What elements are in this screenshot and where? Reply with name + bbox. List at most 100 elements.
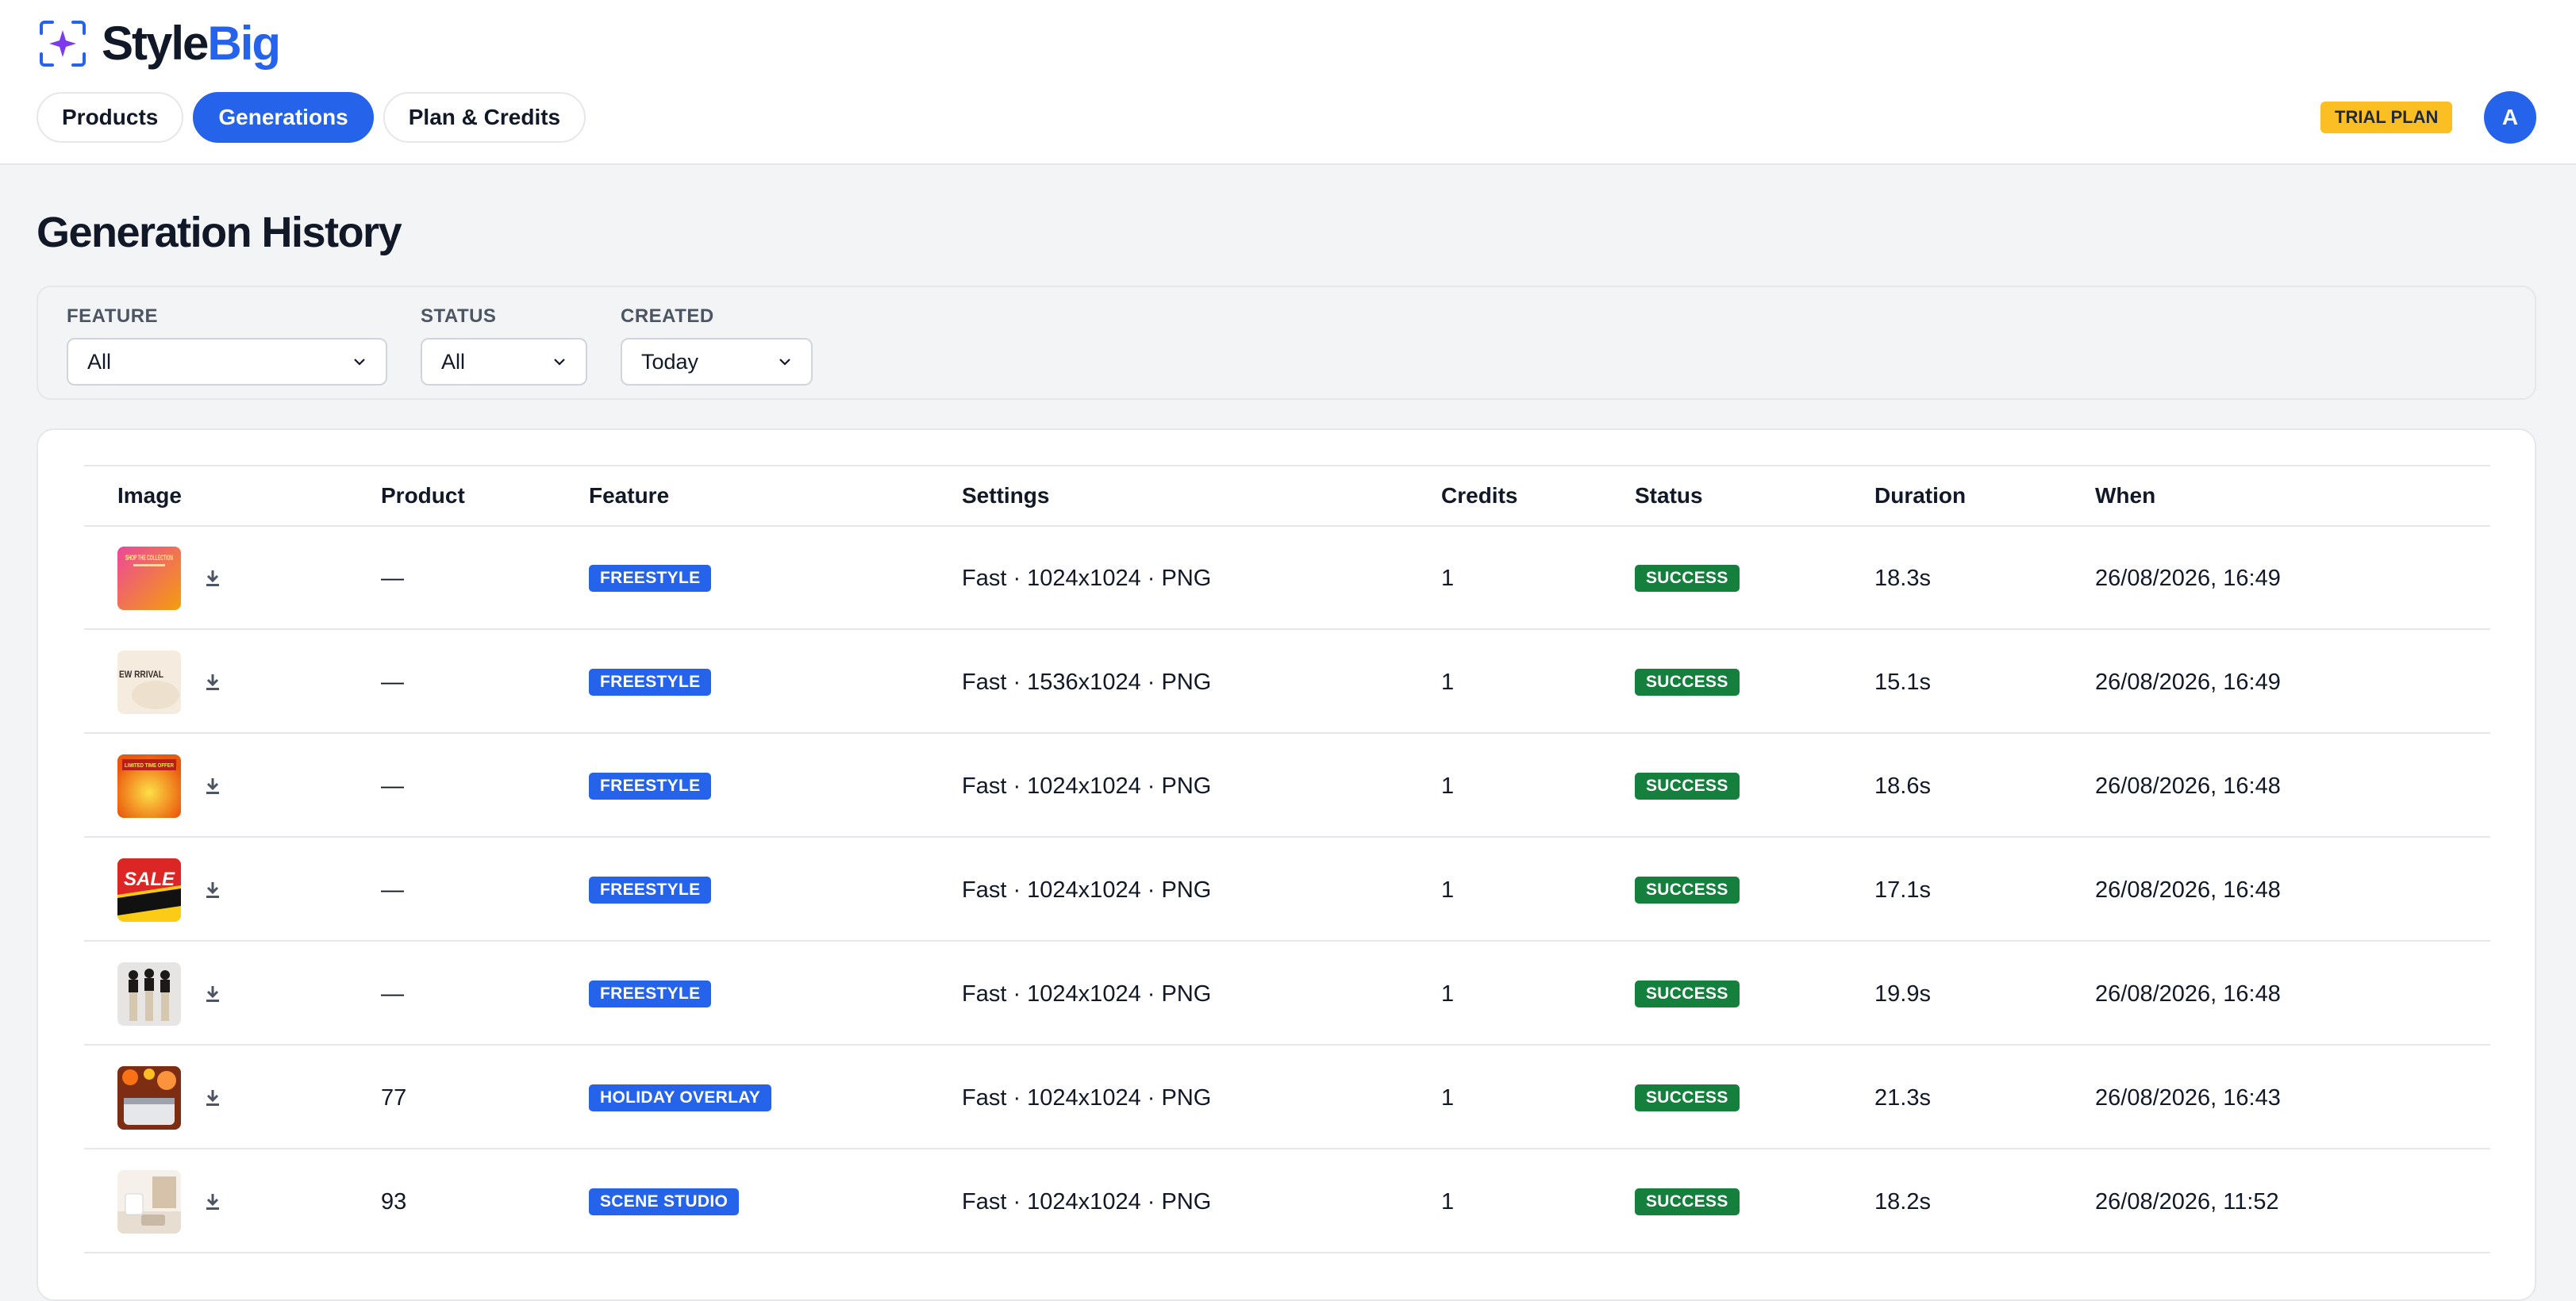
generation-thumbnail[interactable]: SHOP THE COLLECTION bbox=[117, 547, 181, 610]
table-row[interactable]: 93 SCENE STUDIO Fast · 1024x1024 · PNG 1 SUC… bbox=[84, 1150, 2490, 1253]
feature-cell: HOLIDAY OVERLAY bbox=[589, 1046, 772, 1149]
feature-select-value: All bbox=[87, 349, 112, 374]
generation-thumbnail[interactable]: SALE bbox=[117, 858, 181, 922]
chevron-down-icon bbox=[554, 359, 565, 366]
column-header-feature: Feature bbox=[589, 483, 670, 508]
feature-badge: FREESTYLE bbox=[589, 669, 712, 696]
sparkle-frame-icon bbox=[40, 21, 86, 67]
status-badge: SUCCESS bbox=[1635, 773, 1740, 800]
settings-cell: Fast · 1024x1024 · PNG bbox=[962, 1188, 1212, 1215]
status-cell: SUCCESS bbox=[1635, 735, 1740, 838]
download-icon[interactable] bbox=[203, 776, 222, 796]
feature-badge: SCENE STUDIO bbox=[589, 1188, 740, 1215]
svg-text:LIMITED TIME OFFER: LIMITED TIME OFFER bbox=[125, 763, 174, 769]
chevron-down-icon bbox=[779, 359, 790, 366]
top-bar: StyleBig Products Generations Plan & Cre… bbox=[0, 0, 2576, 165]
created-select-value: Today bbox=[641, 349, 699, 374]
table-row[interactable]: 77 HOLIDAY OVERLAY Fast · 1024x1024 · PNG 1… bbox=[84, 1046, 2490, 1149]
image-cell bbox=[117, 1150, 181, 1253]
svg-text:SALE: SALE bbox=[124, 869, 175, 890]
status-badge: SUCCESS bbox=[1635, 565, 1740, 592]
image-cell bbox=[117, 1046, 181, 1149]
when-cell: 26/08/2026, 16:49 bbox=[2095, 565, 2281, 591]
page-title: Generation History bbox=[37, 209, 402, 256]
generation-thumbnail[interactable]: LIMITED TIME OFFER bbox=[117, 754, 181, 818]
download-icon[interactable] bbox=[203, 1192, 222, 1212]
status-badge: SUCCESS bbox=[1635, 669, 1740, 696]
column-header-settings: Settings bbox=[962, 483, 1050, 508]
feature-badge: FREESTYLE bbox=[589, 565, 712, 592]
feature-badge: FREESTYLE bbox=[589, 773, 712, 800]
created-filter-label: CREATED bbox=[621, 305, 714, 327]
feature-select[interactable]: All bbox=[67, 338, 387, 386]
generation-thumbnail[interactable]: EW RRIVAL bbox=[117, 650, 181, 714]
status-badge: SUCCESS bbox=[1635, 877, 1740, 904]
feature-filter: FEATURE All bbox=[67, 305, 387, 386]
download-icon[interactable] bbox=[203, 672, 222, 693]
generations-table: Image Product Feature Settings Credits S… bbox=[37, 428, 2536, 1301]
download-icon[interactable] bbox=[203, 880, 222, 900]
created-filter: CREATED Today bbox=[621, 305, 813, 386]
tab-plan-credits[interactable]: Plan & Credits bbox=[383, 92, 586, 143]
duration-cell: 17.1s bbox=[1874, 877, 1931, 903]
table-row[interactable]: SHOP THE COLLECTION — FREESTYLE Fast · 1024… bbox=[84, 527, 2490, 630]
chevron-down-icon bbox=[354, 359, 365, 366]
table-header: Image Product Feature Settings Credits S… bbox=[84, 465, 2490, 527]
settings-cell: Fast · 1536x1024 · PNG bbox=[962, 669, 1212, 695]
feature-badge: FREESTYLE bbox=[589, 877, 712, 904]
table-row[interactable]: LIMITED TIME OFFER — FREESTYLE Fast · 1024x… bbox=[84, 735, 2490, 838]
main-nav: Products Generations Plan & Credits bbox=[37, 92, 586, 143]
table-row[interactable]: — FREESTYLE Fast · 1024x1024 · PNG 1 SUCCESS… bbox=[84, 942, 2490, 1046]
image-cell: SALE bbox=[117, 839, 181, 942]
status-cell: SUCCESS bbox=[1635, 1046, 1740, 1149]
settings-cell: Fast · 1024x1024 · PNG bbox=[962, 877, 1212, 903]
product-cell: — bbox=[381, 773, 404, 799]
when-cell: 26/08/2026, 16:48 bbox=[2095, 877, 2281, 903]
settings-cell: Fast · 1024x1024 · PNG bbox=[962, 565, 1212, 591]
status-cell: SUCCESS bbox=[1635, 839, 1740, 942]
status-select-value: All bbox=[441, 349, 466, 374]
table-row[interactable]: EW RRIVAL — FREESTYLE Fast · 1536x1024 · PN… bbox=[84, 631, 2490, 734]
download-icon[interactable] bbox=[203, 1088, 222, 1108]
tab-products[interactable]: Products bbox=[37, 92, 184, 143]
when-cell: 26/08/2026, 11:52 bbox=[2095, 1188, 2279, 1215]
image-cell bbox=[117, 942, 181, 1046]
status-badge: SUCCESS bbox=[1635, 1084, 1740, 1111]
feature-cell: FREESTYLE bbox=[589, 942, 712, 1046]
tab-generations[interactable]: Generations bbox=[193, 92, 374, 143]
generation-thumbnail[interactable] bbox=[117, 1066, 181, 1130]
settings-cell: Fast · 1024x1024 · PNG bbox=[962, 773, 1212, 799]
column-header-credits: Credits bbox=[1441, 483, 1518, 508]
feature-cell: FREESTYLE bbox=[589, 527, 712, 630]
settings-cell: Fast · 1024x1024 · PNG bbox=[962, 981, 1212, 1007]
when-cell: 26/08/2026, 16:48 bbox=[2095, 773, 2281, 799]
feature-cell: FREESTYLE bbox=[589, 839, 712, 942]
product-cell: 77 bbox=[381, 1084, 407, 1111]
product-cell: — bbox=[381, 877, 404, 903]
when-cell: 26/08/2026, 16:49 bbox=[2095, 669, 2281, 695]
feature-cell: SCENE STUDIO bbox=[589, 1150, 740, 1253]
status-cell: SUCCESS bbox=[1635, 1150, 1740, 1253]
created-select[interactable]: Today bbox=[621, 338, 813, 386]
download-icon[interactable] bbox=[203, 568, 222, 589]
column-header-duration: Duration bbox=[1874, 483, 1967, 508]
status-filter: STATUS All bbox=[421, 305, 587, 386]
generation-thumbnail[interactable] bbox=[117, 1170, 181, 1234]
credits-cell: 1 bbox=[1441, 877, 1455, 903]
table-row[interactable]: SALE — FREESTYLE Fast · 1024x1024 · PNG 1 SUC… bbox=[84, 839, 2490, 942]
logo[interactable]: StyleBig bbox=[38, 17, 281, 70]
product-cell: — bbox=[381, 981, 404, 1007]
generation-thumbnail[interactable] bbox=[117, 962, 181, 1026]
avatar[interactable]: A bbox=[2484, 91, 2536, 144]
status-select[interactable]: All bbox=[421, 338, 587, 386]
duration-cell: 19.9s bbox=[1874, 981, 1931, 1007]
plan-badge: TRIAL PLAN bbox=[2320, 102, 2453, 133]
column-header-when: When bbox=[2095, 483, 2156, 508]
column-header-product: Product bbox=[381, 483, 465, 508]
status-filter-label: STATUS bbox=[421, 305, 497, 327]
product-cell: 93 bbox=[381, 1188, 407, 1215]
download-icon[interactable] bbox=[203, 984, 222, 1004]
when-cell: 26/08/2026, 16:43 bbox=[2095, 1084, 2281, 1111]
credits-cell: 1 bbox=[1441, 1084, 1455, 1111]
status-cell: SUCCESS bbox=[1635, 527, 1740, 630]
